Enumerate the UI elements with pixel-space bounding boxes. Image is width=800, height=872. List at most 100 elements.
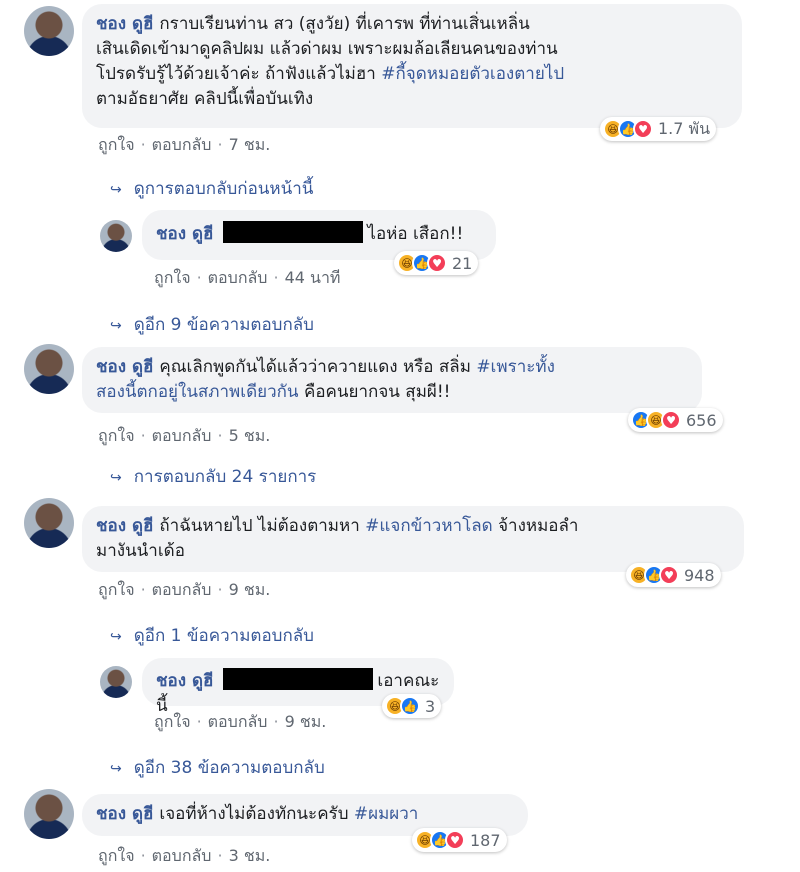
like-button[interactable]: ถูกใจ — [154, 712, 191, 731]
reply-button[interactable]: ตอบกลับ — [152, 426, 212, 445]
comment-text: ไอห่อ เสือก!! — [367, 224, 464, 244]
timestamp[interactable]: 5 ชม. — [229, 426, 271, 445]
comment-author[interactable]: ชอง ดูฮี — [96, 14, 153, 34]
reply-arrow-icon: ↩ — [110, 318, 122, 334]
comment-text: กราบเรียนท่าน สว (สูงวัย) ที่เคารพ ที่ท่… — [159, 14, 530, 34]
comment-author[interactable]: ชอง ดูฮี — [156, 671, 213, 691]
comment-text: เสินเดิดเข้ามาดูคลิปผม แล้วด่าผม เพราะผม… — [96, 39, 558, 59]
timestamp[interactable]: 7 ชม. — [229, 135, 271, 154]
reaction-count: 948 — [684, 565, 715, 585]
comment-author[interactable]: ชอง ดูฮี — [96, 516, 153, 536]
separator: · — [140, 580, 146, 599]
comment-actions: ถูกใจ · ตอบกลับ · 7 ชม. — [98, 133, 270, 158]
like-button[interactable]: ถูกใจ — [98, 580, 135, 599]
timestamp[interactable]: 9 ชม. — [285, 712, 327, 731]
separator: · — [217, 846, 223, 865]
separator: · — [217, 426, 223, 445]
hashtag-link[interactable]: #เพราะทั้ง — [476, 357, 555, 377]
comment-actions: ถูกใจ · ตอบกลับ · 9 ชม. — [98, 578, 270, 603]
comment-text: เจอที่ห้างไม่ต้องทักนะครับ — [159, 804, 354, 824]
comment-text: คุณเลิกพูดกันได้แล้วว่าควายแดง หรือ สลิ่… — [159, 357, 477, 377]
hashtag-link[interactable]: #แจกข้าวหาโลด — [365, 516, 493, 536]
reply-arrow-icon: ↩ — [110, 761, 122, 777]
love-reaction-icon: ♥ — [445, 830, 465, 850]
avatar[interactable] — [24, 6, 74, 56]
love-reaction-icon: ♥ — [661, 410, 681, 430]
timestamp[interactable]: 44 นาที — [285, 268, 341, 287]
reply-button[interactable]: ตอบกลับ — [152, 846, 212, 865]
hashtag-link[interactable]: #ผมผวา — [354, 804, 418, 824]
reply-button[interactable]: ตอบกลับ — [208, 712, 268, 731]
avatar[interactable] — [24, 789, 74, 839]
view-replies-link[interactable]: ↩ การตอบกลับ 24 รายการ — [110, 463, 316, 490]
reply-arrow-icon: ↩ — [110, 182, 122, 198]
avatar[interactable] — [24, 498, 74, 548]
reply-arrow-icon: ↩ — [110, 629, 122, 645]
reaction-summary[interactable]: 😆 👍 3 — [382, 694, 442, 718]
reaction-count: 21 — [452, 253, 473, 273]
separator: · — [140, 846, 146, 865]
reply-arrow-icon: ↩ — [110, 470, 122, 486]
separator: · — [217, 580, 223, 599]
comment-bubble: ชอง ดูฮี กราบเรียนท่าน สว (สูงวัย) ที่เคา… — [82, 4, 742, 128]
like-reaction-icon: 👍 — [400, 696, 420, 716]
reaction-summary[interactable]: 😆 👍 ♥ 1.7 พัน — [600, 117, 717, 141]
view-previous-replies-link[interactable]: ↩ ดูการตอบกลับก่อนหน้านี้ — [110, 175, 313, 202]
comment-bubble: ชอง ดูฮี คุณเลิกพูดกันได้แล้วว่าควายแดง ห… — [82, 347, 702, 413]
comment-actions: ถูกใจ · ตอบกลับ · 3 ชม. — [98, 844, 270, 869]
like-button[interactable]: ถูกใจ — [98, 135, 135, 154]
reaction-summary[interactable]: 😆 👍 ♥ 21 — [394, 251, 479, 275]
view-more-replies-link[interactable]: ↩ ดูอีก 9 ข้อความตอบกลับ — [110, 311, 314, 338]
redacted-name — [223, 221, 364, 243]
reply-button[interactable]: ตอบกลับ — [152, 135, 212, 154]
view-more-replies-link[interactable]: ↩ ดูอีก 1 ข้อความตอบกลับ — [110, 622, 314, 649]
timestamp[interactable]: 9 ชม. — [229, 580, 271, 599]
like-button[interactable]: ถูกใจ — [98, 846, 135, 865]
separator: · — [196, 712, 202, 731]
link-text: การตอบกลับ 24 รายการ — [133, 467, 317, 487]
avatar[interactable] — [100, 666, 132, 698]
separator: · — [273, 712, 279, 731]
comment-text: คือคนยากจน สุมผี!! — [298, 382, 451, 402]
love-reaction-icon: ♥ — [659, 565, 679, 585]
reaction-summary[interactable]: 😆 👍 ♥ 948 — [626, 563, 721, 587]
comment-actions: ถูกใจ · ตอบกลับ · 44 นาที — [154, 266, 340, 291]
reaction-summary[interactable]: 😆 👍 ♥ 187 — [412, 828, 507, 852]
reaction-count: 656 — [686, 410, 717, 430]
comment-author[interactable]: ชอง ดูฮี — [96, 804, 153, 824]
love-reaction-icon: ♥ — [427, 253, 447, 273]
like-button[interactable]: ถูกใจ — [98, 426, 135, 445]
comment-author[interactable]: ชอง ดูฮี — [156, 224, 213, 244]
love-reaction-icon: ♥ — [633, 119, 653, 139]
view-more-replies-link[interactable]: ↩ ดูอีก 38 ข้อความตอบกลับ — [110, 754, 325, 781]
comments-panel: ชอง ดูฮี กราบเรียนท่าน สว (สูงวัย) ที่เคา… — [0, 0, 800, 872]
comment-author[interactable]: ชอง ดูฮี — [96, 357, 153, 377]
comment-actions: ถูกใจ · ตอบกลับ · 5 ชม. — [98, 424, 270, 449]
comment-actions: ถูกใจ · ตอบกลับ · 9 ชม. — [154, 710, 326, 735]
comment-text: มางันนำเด้อ — [96, 541, 185, 561]
separator: · — [140, 426, 146, 445]
separator: · — [217, 135, 223, 154]
hashtag-link[interactable]: สองนี้ตกอยู่ในสภาพเดียวกัน — [96, 382, 299, 402]
reaction-count: 1.7 พัน — [658, 118, 711, 138]
avatar[interactable] — [24, 344, 74, 394]
reply-button[interactable]: ตอบกลับ — [152, 580, 212, 599]
link-text: ดูอีก 1 ข้อความตอบกลับ — [133, 626, 314, 646]
reaction-count: 187 — [470, 830, 501, 850]
reply-button[interactable]: ตอบกลับ — [208, 268, 268, 287]
redacted-name — [223, 668, 374, 690]
avatar[interactable] — [100, 220, 132, 252]
separator: · — [273, 268, 279, 287]
link-text: ดูอีก 9 ข้อความตอบกลับ — [133, 315, 314, 335]
reaction-summary[interactable]: 👍 😆 ♥ 656 — [628, 408, 723, 432]
hashtag-link[interactable]: #กี้จุดหมอยตัวเองตายไป — [381, 64, 564, 84]
link-text: ดูอีก 38 ข้อความตอบกลับ — [133, 758, 325, 778]
comment-text: โปรดรับรู้ไว้ด้วยเจ้าค่ะ ถ้าฟังแล้วไม่ฮา — [96, 64, 382, 84]
comment-text: ถ้าฉันหายไป ไม่ต้องตามหา — [159, 516, 366, 536]
like-button[interactable]: ถูกใจ — [154, 268, 191, 287]
comment-text: จ้างหมอลำ — [492, 516, 579, 536]
comment-text: ตามอัธยาศัย คลิปนี้เพื่อบันเทิง — [96, 89, 314, 109]
link-text: ดูการตอบกลับก่อนหน้านี้ — [133, 179, 314, 199]
separator: · — [140, 135, 146, 154]
timestamp[interactable]: 3 ชม. — [229, 846, 271, 865]
